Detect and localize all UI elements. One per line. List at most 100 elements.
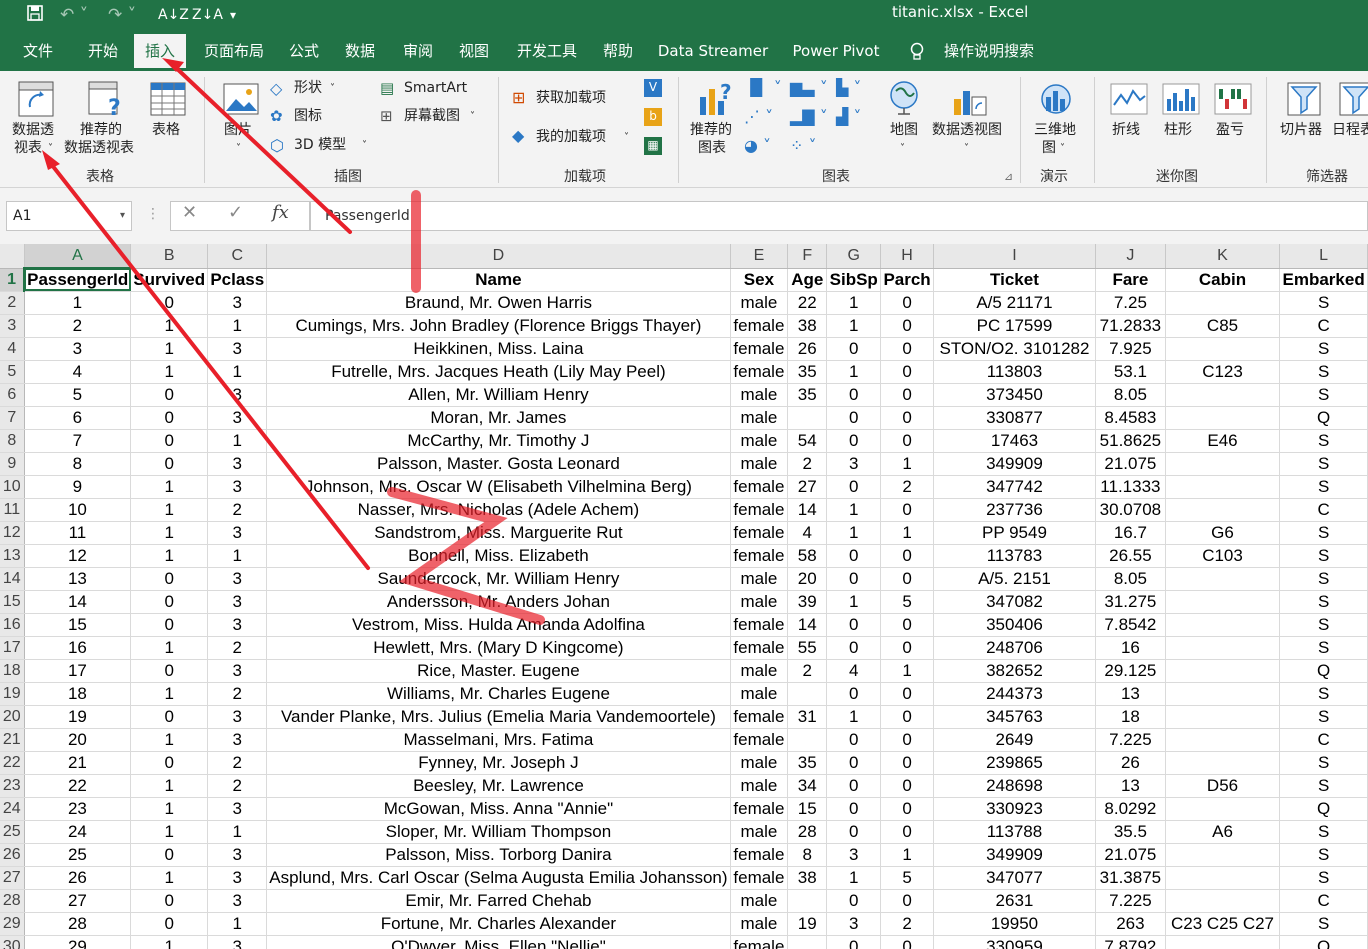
cell[interactable]: 347742 <box>933 475 1097 499</box>
cell[interactable]: 0 <box>880 567 934 591</box>
cell[interactable]: 0 <box>826 820 882 844</box>
waterfall-chart-icon[interactable]: ▙ ˅ <box>836 79 861 96</box>
cell[interactable]: O'Dwyer, Miss. Ellen "Nellie" <box>266 935 731 949</box>
row-header[interactable]: 4 <box>0 337 25 361</box>
cell[interactable] <box>1165 843 1281 867</box>
cell[interactable]: 11.1333 <box>1095 475 1166 499</box>
cell[interactable]: male <box>730 383 789 407</box>
cell[interactable]: 26 <box>1095 751 1166 775</box>
cell[interactable]: 4 <box>787 521 828 545</box>
pictures-dropdown-icon[interactable]: ˅ <box>236 140 241 157</box>
cell[interactable]: 21.075 <box>1095 452 1166 476</box>
cell[interactable] <box>787 935 828 949</box>
row-header[interactable]: 29 <box>0 912 25 936</box>
redo-icon[interactable]: ↷ ˅ <box>108 4 136 26</box>
cell[interactable]: 1 <box>826 590 882 614</box>
cell[interactable]: 248706 <box>933 636 1097 660</box>
cell[interactable]: 263 <box>1095 912 1166 936</box>
cancel-entry-icon[interactable]: ✕ <box>182 202 197 223</box>
cell[interactable]: 2 <box>787 659 828 683</box>
formula-input[interactable]: PassengerId <box>310 201 1368 231</box>
cell[interactable]: 0 <box>880 705 934 729</box>
cell[interactable]: Andersson, Mr. Anders Johan <box>266 590 731 614</box>
cell[interactable]: 0 <box>880 360 934 384</box>
cell[interactable]: Survived <box>130 268 209 292</box>
cell[interactable]: 1 <box>207 544 268 568</box>
column-header[interactable]: A <box>24 244 132 269</box>
column-header[interactable]: J <box>1095 244 1166 269</box>
cell[interactable]: S <box>1279 774 1368 798</box>
cell[interactable]: S <box>1279 383 1368 407</box>
cell[interactable]: 0 <box>880 889 934 913</box>
confirm-entry-icon[interactable]: ✓ <box>228 202 243 223</box>
cell[interactable]: 11 <box>24 521 132 545</box>
cell[interactable]: 4 <box>24 360 132 384</box>
tab-file[interactable]: 文件 <box>12 34 64 71</box>
cell[interactable]: McGowan, Miss. Anna "Annie" <box>266 797 731 821</box>
row-header[interactable]: 23 <box>0 774 25 798</box>
tab-developer[interactable]: 开发工具 <box>510 34 584 71</box>
cell[interactable]: male <box>730 820 789 844</box>
cell[interactable]: 39 <box>787 590 828 614</box>
cell[interactable]: 20 <box>787 567 828 591</box>
cell[interactable] <box>1165 406 1281 430</box>
cell[interactable]: 0 <box>880 429 934 453</box>
cell[interactable]: 0 <box>826 429 882 453</box>
cell[interactable] <box>787 889 828 913</box>
cell[interactable] <box>1165 613 1281 637</box>
cell[interactable]: S <box>1279 291 1368 315</box>
cell[interactable]: 244373 <box>933 682 1097 706</box>
cell[interactable]: Palsson, Master. Gosta Leonard <box>266 452 731 476</box>
cell[interactable]: 8 <box>24 452 132 476</box>
cell[interactable]: 1 <box>207 912 268 936</box>
cell[interactable]: female <box>730 360 789 384</box>
cell[interactable]: 3 <box>207 383 268 407</box>
cell[interactable]: 23 <box>24 797 132 821</box>
insert-function-icon[interactable]: fx <box>272 202 289 223</box>
cell[interactable] <box>1165 797 1281 821</box>
cell[interactable]: 0 <box>880 383 934 407</box>
cell[interactable]: G6 <box>1165 521 1281 545</box>
cell[interactable]: 13 <box>1095 774 1166 798</box>
bing-maps-icon[interactable]: b <box>644 108 662 126</box>
undo-icon[interactable]: ↶ ˅ <box>60 4 88 26</box>
cell[interactable]: 35 <box>787 360 828 384</box>
cell[interactable]: PassengerId <box>24 268 132 292</box>
cell[interactable] <box>1165 498 1281 522</box>
cell[interactable]: S <box>1279 705 1368 729</box>
cell[interactable]: 0 <box>826 774 882 798</box>
cell[interactable]: C <box>1279 314 1368 338</box>
cell[interactable]: 0 <box>880 820 934 844</box>
cell[interactable]: S <box>1279 682 1368 706</box>
row-header[interactable]: 30 <box>0 935 25 949</box>
cell[interactable]: C <box>1279 498 1368 522</box>
cell[interactable]: 1 <box>130 475 209 499</box>
row-header[interactable]: 13 <box>0 544 25 568</box>
table-icon[interactable] <box>148 79 188 119</box>
cell[interactable]: S <box>1279 544 1368 568</box>
cell[interactable]: 0 <box>826 567 882 591</box>
cell[interactable]: 2 <box>787 452 828 476</box>
cell[interactable]: male <box>730 682 789 706</box>
cell[interactable]: 34 <box>787 774 828 798</box>
my-addins-dropdown-icon[interactable]: ˅ <box>624 129 629 146</box>
cell[interactable]: Bonnell, Miss. Elizabeth <box>266 544 731 568</box>
cell[interactable]: 51.8625 <box>1095 429 1166 453</box>
cell[interactable]: 22 <box>24 774 132 798</box>
cell[interactable]: 1 <box>130 636 209 660</box>
cell[interactable]: Saundercock, Mr. William Henry <box>266 567 731 591</box>
cell[interactable]: 2 <box>207 682 268 706</box>
cell[interactable]: Ticket <box>933 268 1097 292</box>
cell[interactable]: 1 <box>130 820 209 844</box>
cell[interactable]: 54 <box>787 429 828 453</box>
cell[interactable]: 1 <box>826 521 882 545</box>
screenshot-label[interactable]: 屏幕截图 <box>404 108 460 125</box>
cell[interactable]: A/5 21171 <box>933 291 1097 315</box>
cell[interactable]: female <box>730 728 789 752</box>
visio-icon[interactable]: V <box>644 79 662 97</box>
cell[interactable]: S <box>1279 590 1368 614</box>
cell[interactable]: 1 <box>826 360 882 384</box>
cell[interactable]: SibSp <box>826 268 882 292</box>
cell[interactable] <box>787 406 828 430</box>
cell[interactable]: S <box>1279 360 1368 384</box>
